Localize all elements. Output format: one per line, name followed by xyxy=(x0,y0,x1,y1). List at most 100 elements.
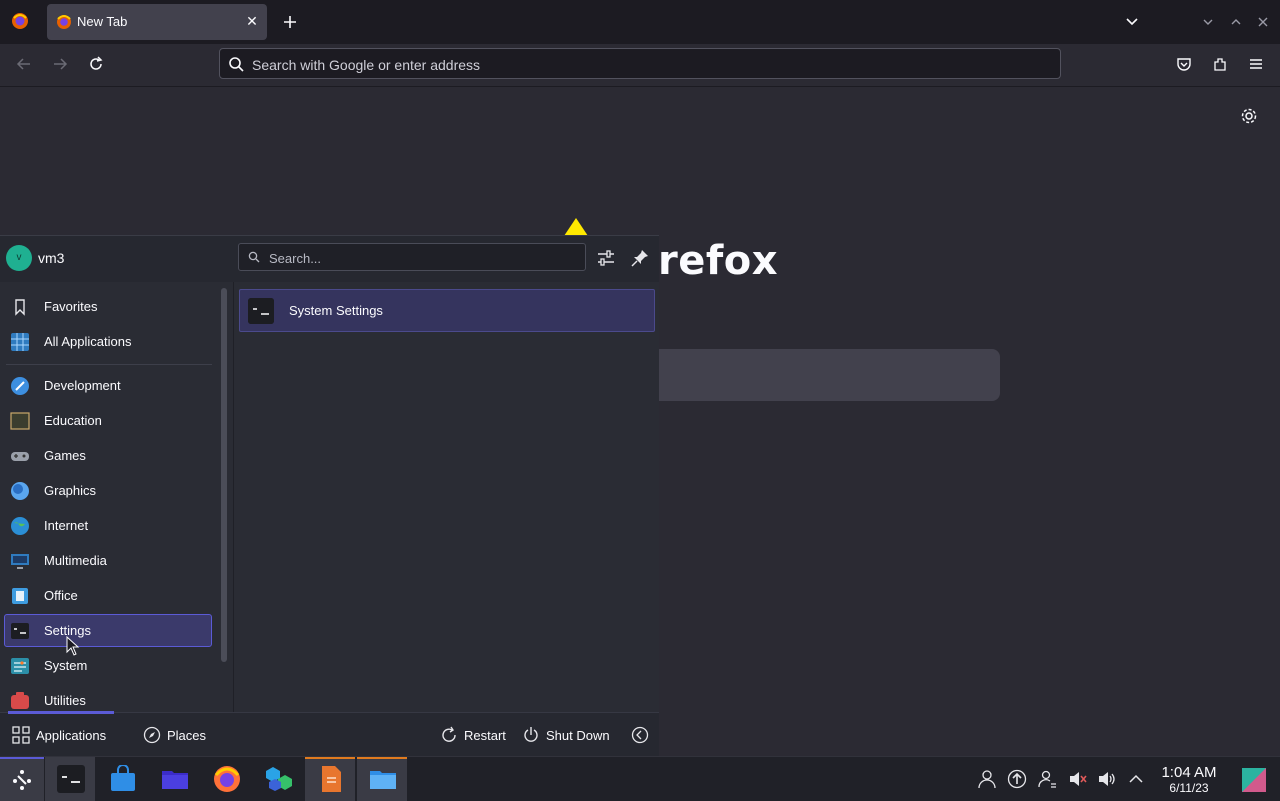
extensions-icon[interactable] xyxy=(1212,56,1228,72)
show-hidden-icons-chevron-icon[interactable] xyxy=(1126,769,1146,789)
url-bar[interactable] xyxy=(219,48,1061,79)
restart-icon xyxy=(440,726,458,744)
grid-apps-icon xyxy=(10,332,30,352)
education-icon xyxy=(10,411,30,431)
category-all-applications[interactable]: All Applications xyxy=(4,325,212,358)
list-all-tabs-icon[interactable] xyxy=(1124,14,1140,30)
newtab-settings-gear-icon[interactable] xyxy=(1240,107,1258,125)
pin-icon[interactable] xyxy=(631,249,649,267)
username-label: vm3 xyxy=(38,250,65,266)
clock-date[interactable]: 6/11/23 xyxy=(1154,781,1224,795)
globe-icon xyxy=(10,516,30,536)
active-window-indicator xyxy=(305,757,355,759)
firefox-wordmark: refox xyxy=(658,238,779,284)
category-development[interactable]: Development xyxy=(4,369,212,402)
new-tab-icon[interactable] xyxy=(282,14,298,30)
category-utilities[interactable]: Utilities xyxy=(4,684,212,712)
launcher-search-input[interactable] xyxy=(267,248,571,268)
power-icon xyxy=(522,726,540,744)
tab-bar: New Tab ✕ xyxy=(0,0,1280,44)
back-icon[interactable] xyxy=(16,56,32,72)
system-settings-icon xyxy=(57,765,85,793)
taskbar-discover[interactable] xyxy=(97,757,147,801)
taskbar-firefox[interactable] xyxy=(201,757,251,801)
compass-icon xyxy=(143,726,161,744)
taskbar-document-viewer[interactable] xyxy=(305,757,355,801)
tab-title: New Tab xyxy=(77,14,128,29)
launcher-button[interactable] xyxy=(0,757,44,801)
category-internet[interactable]: Internet xyxy=(4,509,212,542)
menu-icon[interactable] xyxy=(1248,56,1264,72)
taskbar-app-cubes[interactable] xyxy=(253,757,303,801)
taskbar xyxy=(0,756,1280,801)
volume-icon[interactable] xyxy=(1097,769,1117,789)
avatar[interactable]: v xyxy=(6,245,32,271)
places-tab[interactable]: Places xyxy=(143,724,213,746)
graphics-icon xyxy=(10,481,30,501)
firefox-view-icon[interactable] xyxy=(11,12,29,30)
folder-icon xyxy=(161,765,189,793)
category-multimedia[interactable]: Multimedia xyxy=(4,544,212,577)
category-separator xyxy=(6,364,212,365)
configure-icon[interactable] xyxy=(597,249,615,267)
discover-store-icon xyxy=(109,765,137,793)
application-launcher: v vm3 Favorites All Applications xyxy=(0,235,659,758)
utilities-icon xyxy=(10,691,30,711)
close-tab-icon[interactable]: ✕ xyxy=(245,14,259,28)
system-settings-icon xyxy=(248,298,274,324)
tab-new-tab[interactable]: New Tab ✕ xyxy=(47,4,267,40)
category-games[interactable]: Games xyxy=(4,439,212,472)
result-system-settings[interactable]: System Settings xyxy=(239,289,655,332)
clock-time[interactable]: 1:04 AM xyxy=(1154,764,1224,781)
shutdown-button[interactable]: Shut Down xyxy=(522,724,617,746)
category-scrollbar[interactable] xyxy=(221,288,227,662)
applications-grid-icon xyxy=(12,726,30,744)
taskbar-system-settings[interactable] xyxy=(45,757,95,801)
category-list: Favorites All Applications Development E… xyxy=(0,288,216,712)
mouse-cursor-icon xyxy=(66,636,80,656)
firefox-favicon-icon xyxy=(56,14,72,30)
search-icon xyxy=(228,56,244,72)
url-input[interactable] xyxy=(250,54,1034,76)
taskbar-dolphin[interactable] xyxy=(149,757,199,801)
pocket-icon[interactable] xyxy=(1176,56,1192,72)
category-settings[interactable]: Settings xyxy=(4,614,212,647)
plasma-launcher-icon xyxy=(10,767,34,791)
category-system[interactable]: System xyxy=(4,649,212,682)
show-desktop-icon[interactable] xyxy=(1242,768,1266,792)
applications-tab-indicator xyxy=(8,711,114,714)
newtab-search-box[interactable] xyxy=(650,349,1000,401)
category-office[interactable]: Office xyxy=(4,579,212,612)
close-window-icon[interactable] xyxy=(1257,16,1269,28)
minimize-window-icon[interactable] xyxy=(1202,16,1214,28)
leave-chevron-icon[interactable] xyxy=(631,726,649,744)
launcher-active-indicator xyxy=(0,757,44,759)
launcher-search[interactable] xyxy=(238,243,586,271)
gamepad-icon xyxy=(10,446,30,466)
settings-icon xyxy=(10,621,30,641)
firefox-icon xyxy=(213,765,241,793)
applications-tab[interactable]: Applications xyxy=(12,724,122,746)
multimedia-icon xyxy=(10,551,30,571)
firefox-logo-icon xyxy=(562,218,590,236)
office-icon xyxy=(10,586,30,606)
development-icon xyxy=(10,376,30,396)
forward-icon[interactable] xyxy=(52,56,68,72)
active-window-indicator xyxy=(357,757,407,759)
cubes-icon xyxy=(265,765,293,793)
bookmark-icon xyxy=(10,297,30,317)
launcher-divider xyxy=(233,282,234,712)
microphone-muted-icon[interactable] xyxy=(1067,769,1087,789)
restart-button[interactable]: Restart xyxy=(440,724,510,746)
launcher-footer: Applications Places Restart Shut Down xyxy=(0,711,659,758)
updates-icon[interactable] xyxy=(1007,769,1027,789)
category-favorites[interactable]: Favorites xyxy=(4,290,212,323)
reload-icon[interactable] xyxy=(88,56,104,72)
taskbar-file-manager[interactable] xyxy=(357,757,407,801)
category-education[interactable]: Education xyxy=(4,404,212,437)
user-switch-icon[interactable] xyxy=(977,769,997,789)
category-graphics[interactable]: Graphics xyxy=(4,474,212,507)
network-user-icon[interactable] xyxy=(1037,769,1057,789)
launcher-header: v vm3 xyxy=(0,236,659,282)
maximize-window-icon[interactable] xyxy=(1230,16,1242,28)
